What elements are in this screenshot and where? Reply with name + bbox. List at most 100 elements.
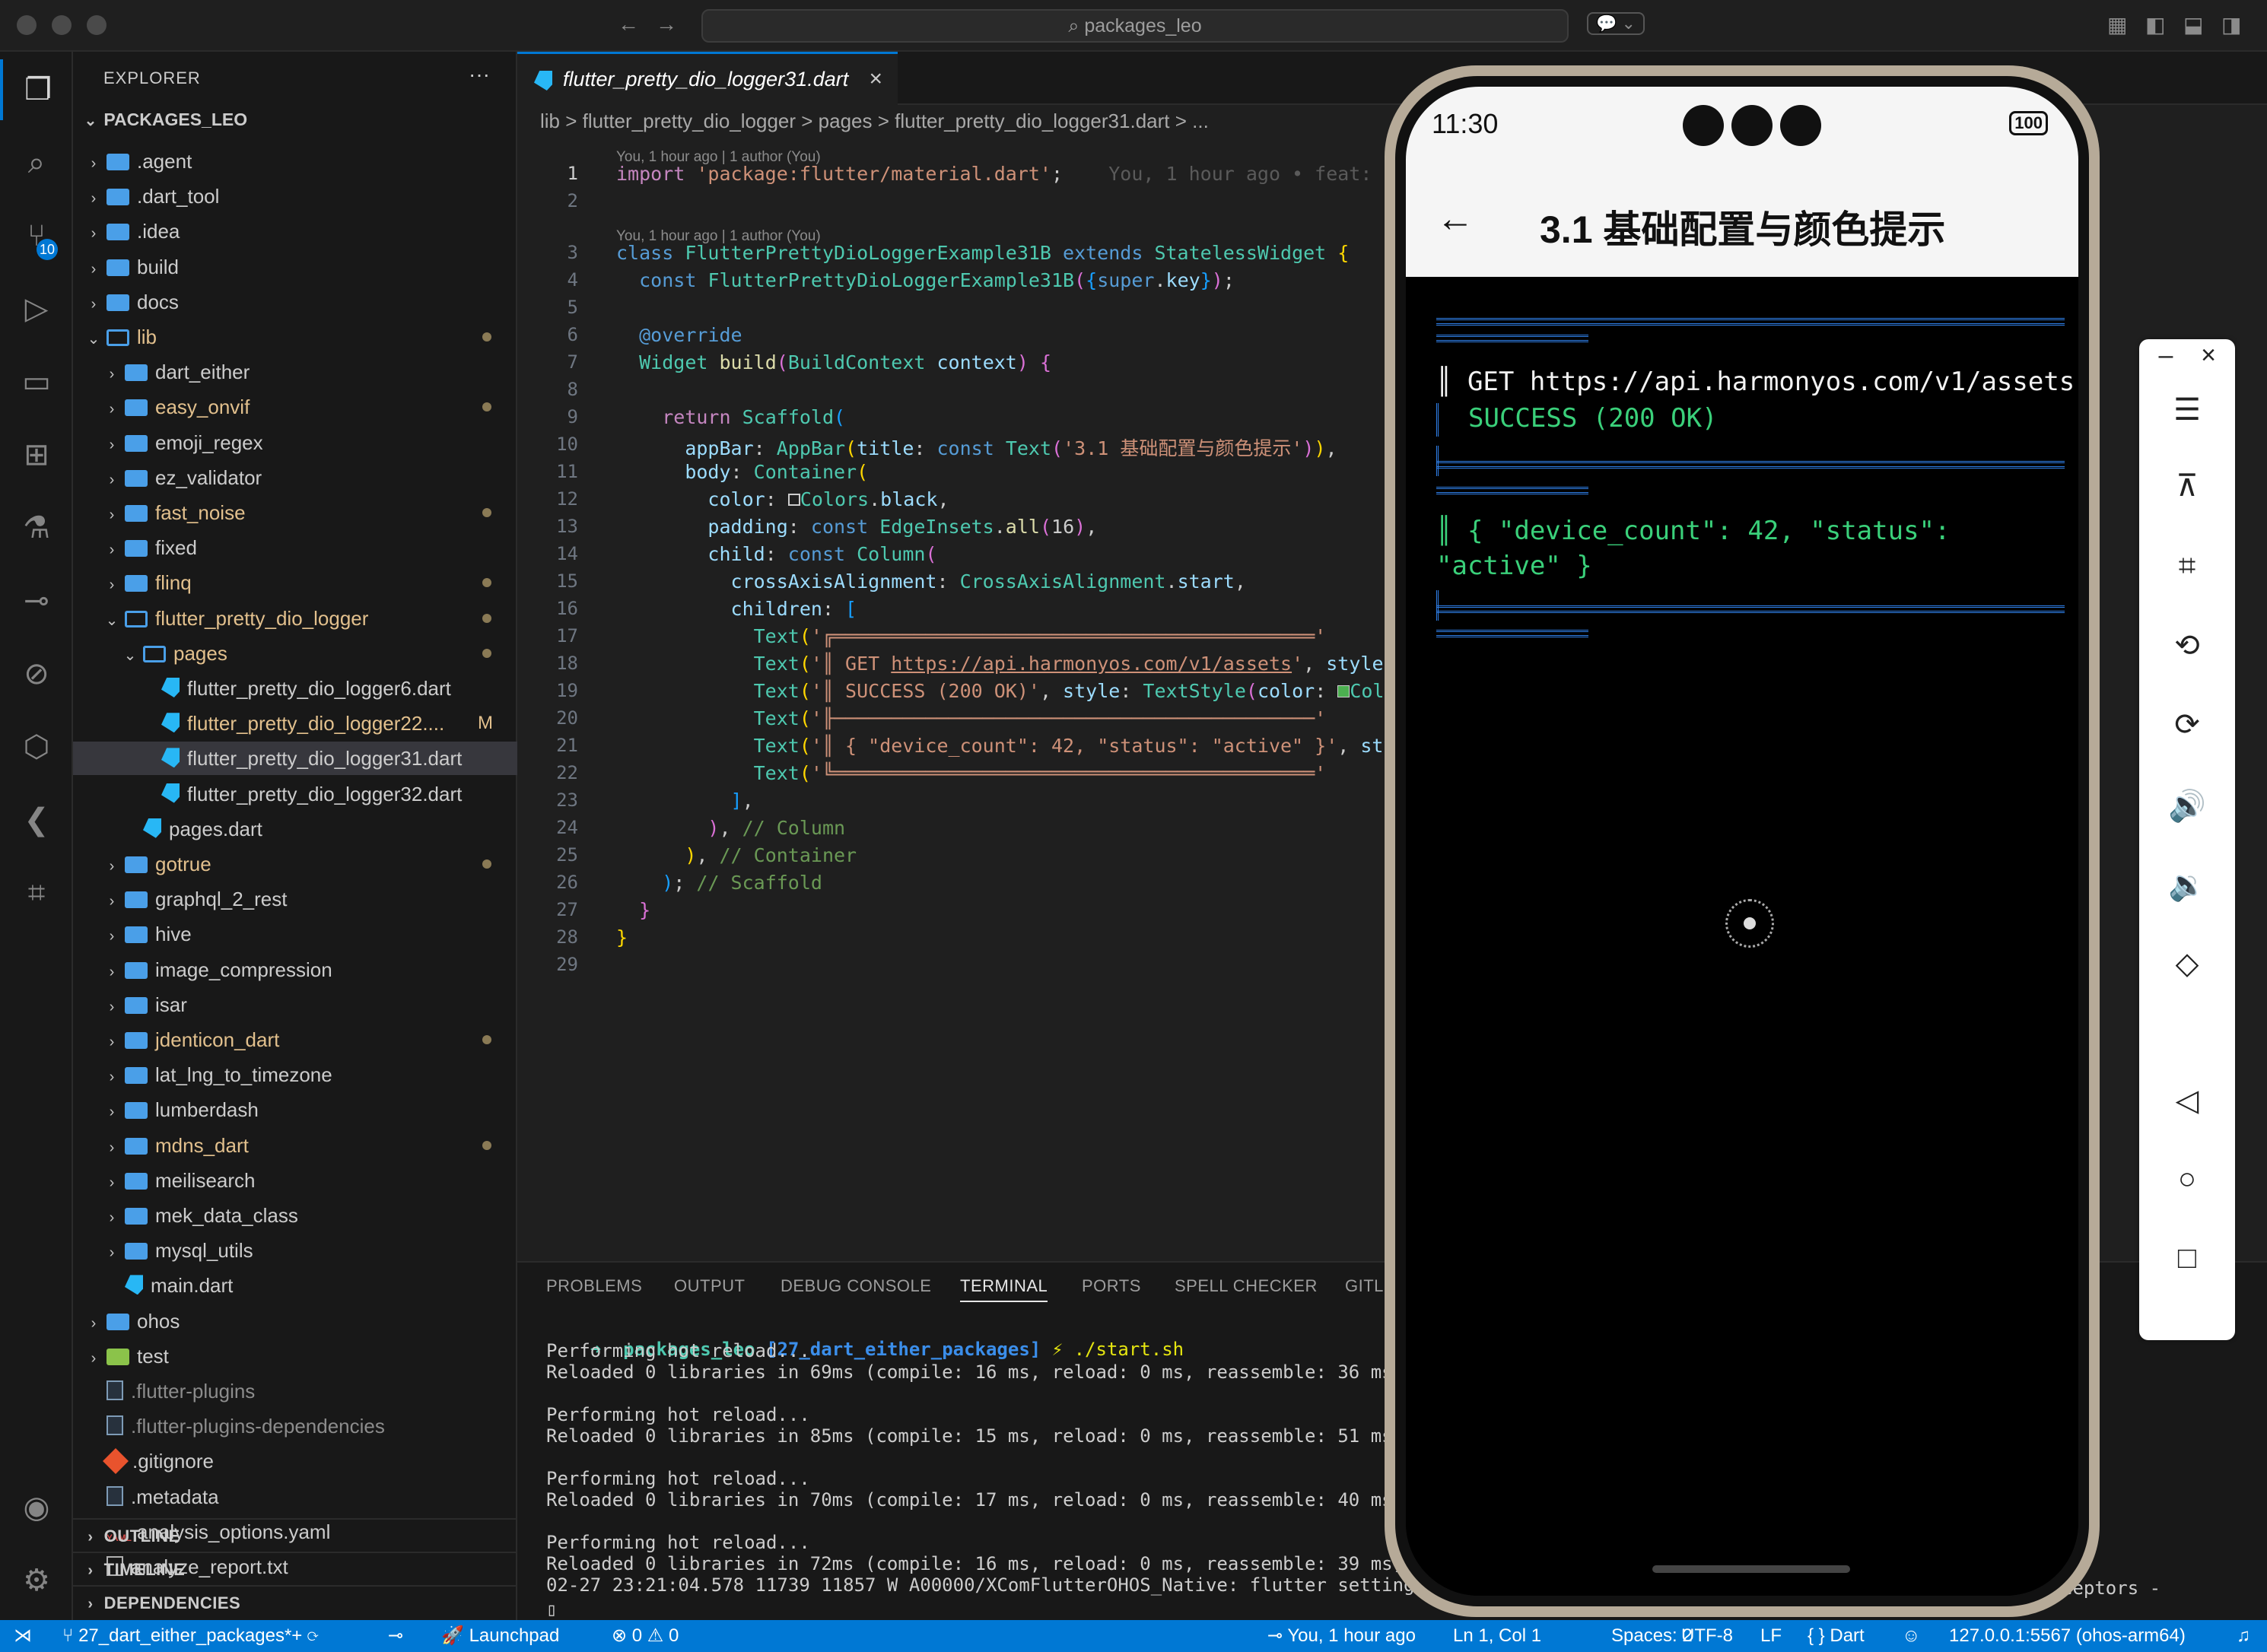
problems-status[interactable]: ⊗ 0 ⚠ 0 [612,1620,679,1652]
command-center-search[interactable]: ⌕ packages_leo [701,9,1569,43]
crop-icon[interactable]: ⌗ [2139,549,2235,583]
folder-item[interactable]: › docs [73,285,517,319]
folder-item[interactable]: › fixed [73,531,517,564]
language-mode[interactable]: { } Dart [1808,1620,1865,1652]
folder-item[interactable]: › .agent [73,145,517,178]
explorer-icon[interactable]: ❐ [0,59,73,120]
file-item[interactable]: flutter_pretty_dio_logger31.dart [73,742,517,776]
nav-recents-icon[interactable]: □ [2139,1241,2235,1276]
extensions-icon[interactable]: ⊞ [0,424,73,485]
volume-up-icon[interactable]: 🔊 [2139,788,2235,824]
source-control-icon[interactable]: ⑂ 10 [0,205,73,266]
folder-item[interactable]: › gotrue [73,847,517,881]
folder-item[interactable]: › isar [73,988,517,1021]
device-status[interactable]: 127.0.0.1:5567 (ohos-arm64) [1949,1620,2186,1652]
file-item[interactable]: .gitignore [73,1444,517,1478]
copilot-icon[interactable]: 💬 ⌄ [1587,12,1645,35]
maximize-window-button[interactable] [87,15,107,35]
folder-item[interactable]: › build [73,250,517,284]
folder-item[interactable]: › fast_noise [73,496,517,529]
toggle-panel-icon[interactable]: ⬓ [2183,12,2203,37]
launchpad-status[interactable]: 🚀 Launchpad [441,1620,559,1652]
folder-item[interactable]: › jdenticon_dart [73,1023,517,1056]
home-indicator[interactable] [1652,1565,1850,1573]
workspace-root[interactable]: ⌄ PACKAGES_LEO [82,110,248,130]
folder-item[interactable]: › lumberdash [73,1093,517,1126]
back-arrow-icon[interactable]: ← [1436,196,1474,240]
toggle-secondary-sidebar-icon[interactable]: ◨ [2221,12,2241,37]
container-icon[interactable]: ⬡ [0,716,73,777]
folder-item[interactable]: ⌄ flutter_pretty_dio_logger [73,602,517,635]
folder-item[interactable]: › flinq [73,566,517,599]
folder-item[interactable]: › image_compression [73,953,517,986]
nav-back-icon[interactable]: ◁ [2139,1083,2235,1118]
blame-status[interactable]: ⊸ You, 1 hour ago [1267,1620,1416,1652]
search-icon[interactable]: ⌕ [0,132,73,193]
file-item[interactable]: flutter_pretty_dio_logger32.dart [73,777,517,811]
dependencies-section[interactable]: › DEPENDENCIES [73,1585,517,1619]
folder-item[interactable]: › easy_onvif [73,390,517,424]
branch-status[interactable]: ⑂ 27_dart_either_packages*+ ⟳ [62,1620,318,1652]
tab-flutter-pretty-dio-logger31[interactable]: flutter_pretty_dio_logger31.dart × [517,52,898,105]
fold-icon[interactable]: ◇ [2139,946,2235,981]
account-icon[interactable]: ◉ [0,1477,73,1538]
folder-item[interactable]: ⌄ lib [73,320,517,354]
file-item[interactable]: pages.dart [73,812,517,846]
folder-item[interactable]: › ez_validator [73,461,517,494]
settings-gear-icon[interactable]: ⚙ [0,1550,73,1611]
gitlens-icon[interactable]: ⊘ [0,643,73,704]
folder-item[interactable]: › .idea [73,214,517,248]
folder-item[interactable]: › hive [73,917,517,951]
folder-item[interactable]: › ohos [73,1304,517,1338]
panel-tab-debug-console[interactable]: DEBUG CONSOLE [781,1276,931,1296]
close-tab-icon[interactable]: × [869,54,882,104]
panel-tab-gitlens[interactable]: GITL [1345,1276,1384,1296]
panel-tab-output[interactable]: OUTPUT [674,1276,745,1296]
timeline-section[interactable]: › TIMELINE [73,1552,517,1585]
close-window-button[interactable] [17,15,37,35]
indentation[interactable]: Spaces: 2 [1611,1620,1693,1652]
folder-item[interactable]: › lat_lng_to_timezone [73,1058,517,1091]
file-item[interactable]: .flutter-plugins [73,1374,517,1408]
file-item[interactable]: flutter_pretty_dio_logger6.dart [73,672,517,705]
folder-item[interactable]: › mek_data_class [73,1199,517,1232]
run-debug-icon[interactable]: ▷ [0,278,73,339]
encoding[interactable]: UTF-8 [1681,1620,1733,1652]
breadcrumb[interactable]: lib > flutter_pretty_dio_logger > pages … [540,110,1209,133]
folder-item[interactable]: › mdns_dart [73,1129,517,1162]
flutter-icon[interactable]: ❮ [0,789,73,850]
copilot-status-icon[interactable]: ☺ [1902,1620,1921,1652]
file-item[interactable]: .metadata [73,1480,517,1514]
folder-item[interactable]: › dart_either [73,355,517,389]
scan-icon[interactable]: ⌗ [0,863,73,923]
folder-item[interactable]: › meilisearch [73,1164,517,1197]
minimize-window-button[interactable] [52,15,72,35]
eol[interactable]: LF [1760,1620,1782,1652]
panel-tab-spell-checker[interactable]: SPELL CHECKER [1175,1276,1318,1296]
more-actions-icon[interactable]: ··· [469,62,490,87]
panel-tab-terminal[interactable]: TERMINAL [960,1276,1048,1302]
panel-tab-problems[interactable]: PROBLEMS [546,1276,642,1296]
notifications-icon[interactable]: ♫ [2237,1620,2250,1652]
file-item[interactable]: .flutter-plugins-dependencies [73,1409,517,1443]
forward-icon[interactable]: → [656,12,677,37]
folder-item[interactable]: › .dart_tool [73,179,517,213]
git-graph-status-icon[interactable]: ⊸ [388,1620,403,1652]
rotate-right-icon[interactable]: ⟳ [2139,707,2235,742]
nav-home-icon[interactable]: ○ [2139,1162,2235,1196]
remote-explorer-icon[interactable]: ▭ [0,351,73,412]
testing-icon[interactable]: ⚗ [0,497,73,558]
file-item[interactable]: main.dart [73,1269,517,1302]
git-graph-icon[interactable]: ⊸ [0,570,73,631]
outline-section[interactable]: › OUTLINE [73,1518,517,1552]
toggle-sidebar-icon[interactable]: ◧ [2145,12,2165,37]
rotate-left-icon[interactable]: ⟲ [2139,628,2235,663]
folder-item[interactable]: › graphql_2_rest [73,882,517,916]
pin-off-icon[interactable]: ⊼ [2139,469,2235,504]
remote-indicator-icon[interactable]: ⋊ [14,1620,32,1652]
cursor-position[interactable]: Ln 1, Col 1 [1453,1620,1541,1652]
folder-item[interactable]: › mysql_utils [73,1234,517,1267]
menu-icon[interactable]: ☰ [2139,392,2235,427]
layout-icon[interactable]: ▦ [2107,12,2127,37]
file-item[interactable]: flutter_pretty_dio_logger22.... M [73,707,517,740]
